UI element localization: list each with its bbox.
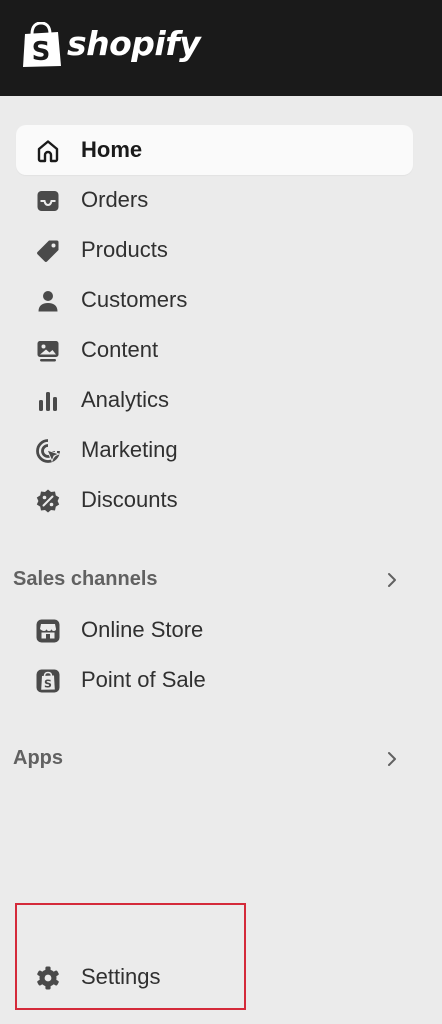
gear-icon (35, 965, 61, 991)
home-icon (35, 138, 61, 164)
nav-label-online-store: Online Store (81, 617, 204, 642)
image-icon (35, 338, 61, 364)
pos-icon-letter: S (44, 678, 52, 691)
nav-label-content: Content (81, 337, 159, 362)
nav-item-products[interactable]: Products (16, 225, 413, 275)
shopify-logo[interactable]: S shopify (22, 22, 201, 68)
nav-item-orders[interactable]: Orders (16, 175, 413, 225)
nav-label-marketing: Marketing (81, 437, 178, 462)
pos-icon: S (35, 668, 61, 694)
nav-label-settings: Settings (81, 964, 161, 989)
nav-item-customers[interactable]: Customers (16, 275, 413, 325)
sales-channels-label: Sales channels (13, 568, 158, 590)
nav-label-discounts: Discounts (81, 487, 178, 512)
nav-item-discounts[interactable]: Discounts (16, 475, 413, 525)
nav-item-analytics[interactable]: Analytics (16, 375, 413, 425)
nav-label-analytics: Analytics (81, 387, 170, 412)
nav-item-content[interactable]: Content (16, 325, 413, 375)
chevron-right-icon (388, 752, 396, 766)
nav-item-point-of-sale[interactable]: S Point of Sale (16, 655, 413, 705)
chevron-right-icon (388, 573, 396, 587)
bar-chart-icon (35, 388, 61, 414)
apps-header[interactable]: Apps (0, 741, 442, 777)
target-icon (35, 438, 61, 464)
nav-label-products: Products (81, 237, 168, 262)
tag-icon (35, 238, 61, 264)
storefront-icon (35, 618, 61, 644)
inbox-icon (35, 188, 61, 214)
shopify-bag-icon: S (23, 22, 61, 67)
apps-label: Apps (13, 747, 63, 769)
nav-label-customers: Customers (81, 287, 188, 312)
nav-label-point-of-sale: Point of Sale (81, 667, 206, 692)
top-bar: S shopify (0, 0, 442, 96)
nav-item-marketing[interactable]: Marketing (16, 425, 413, 475)
person-icon (35, 288, 61, 314)
nav-label-orders: Orders (81, 187, 149, 212)
logo-bag-letter: S (32, 37, 51, 67)
nav-item-home[interactable]: Home (16, 125, 413, 175)
nav-item-online-store[interactable]: Online Store (16, 605, 413, 655)
nav-item-settings[interactable]: Settings (16, 952, 413, 1002)
nav-label-home: Home (81, 137, 143, 162)
logo-wordmark: shopify (67, 23, 201, 63)
discount-icon (35, 488, 61, 514)
sales-channels-header[interactable]: Sales channels (0, 562, 442, 598)
